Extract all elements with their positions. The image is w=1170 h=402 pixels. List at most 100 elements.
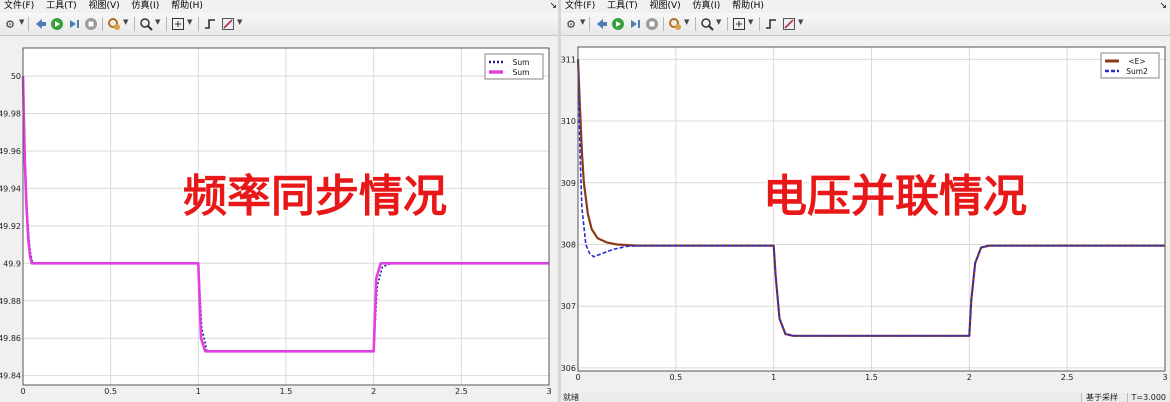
status-time: T=3.000 [1126, 393, 1170, 402]
chevron-down-icon[interactable]: ▼ [19, 18, 24, 26]
gear-icon[interactable]: ⚙ [563, 16, 579, 32]
gear-icon[interactable]: ⚙ [2, 16, 18, 32]
y-tick-label: 49.98 [0, 110, 21, 119]
highlight-icon[interactable] [667, 16, 683, 32]
style-icon[interactable] [220, 16, 236, 32]
chevron-down-icon[interactable]: ▼ [580, 18, 585, 26]
toolbar-separator [663, 17, 664, 31]
y-tick-label: 49.9 [3, 259, 21, 268]
stop-icon[interactable] [83, 16, 99, 32]
overlay-title: 电压并联情况 [763, 171, 1027, 222]
x-tick-label: 1 [196, 387, 201, 396]
style-icon[interactable] [781, 16, 797, 32]
highlight-icon[interactable] [106, 16, 122, 32]
menu-file[interactable]: 文件(F) [0, 0, 39, 13]
legend-label: Sum2 [1126, 67, 1148, 76]
zoom-icon[interactable] [699, 16, 715, 32]
x-tick-label: 3 [546, 387, 551, 396]
toolbar-separator [166, 17, 167, 31]
back-icon[interactable] [32, 16, 48, 32]
toolbar-separator [102, 17, 103, 31]
x-tick-label: 2 [967, 373, 972, 382]
toolbar-separator [28, 17, 29, 31]
toolbar: ⚙ ▼ ▼ ▼ ▼ ▼ [0, 13, 560, 36]
menu-tools[interactable]: 工具(T) [603, 0, 643, 13]
menu-file[interactable]: 文件(F) [561, 0, 600, 13]
chevron-down-icon[interactable]: ▼ [155, 18, 160, 26]
y-tick-label: 308 [561, 240, 576, 249]
left-scope-window: 文件(F) 工具(T) 视图(V) 仿真(I) 帮助(H) ↘ ⚙ ▼ ▼ ▼ … [0, 0, 560, 402]
fit-icon[interactable] [731, 16, 747, 32]
x-tick-label: 0 [575, 373, 580, 382]
x-tick-label: 1.5 [865, 373, 878, 382]
toolbar-separator [589, 17, 590, 31]
toolbar-separator [134, 17, 135, 31]
x-tick-label: 2.5 [455, 387, 468, 396]
pin-icon[interactable]: ↘ [1159, 0, 1167, 13]
y-tick-label: 49.96 [0, 147, 21, 156]
legend-label: <E> [1128, 57, 1145, 66]
menu-view[interactable]: 视图(V) [645, 0, 685, 13]
toolbar-separator [727, 17, 728, 31]
chevron-down-icon[interactable]: ▼ [237, 18, 242, 26]
x-tick-label: 1.5 [280, 387, 293, 396]
y-tick-label: 306 [561, 364, 576, 373]
x-tick-label: 3 [1162, 373, 1167, 382]
y-tick-label: 49.84 [0, 372, 21, 381]
menu-simulation[interactable]: 仿真(I) [128, 0, 165, 13]
y-tick-label: 49.86 [0, 334, 21, 343]
right-scope-window: 文件(F) 工具(T) 视图(V) 仿真(I) 帮助(H) ↘ ⚙ ▼ ▼ ▼ … [561, 0, 1170, 402]
toolbar-separator [759, 17, 760, 31]
toolbar: ⚙ ▼ ▼ ▼ ▼ ▼ [561, 13, 1170, 36]
y-tick-label: 49.88 [0, 297, 21, 306]
y-tick-label: 311 [561, 55, 576, 64]
chevron-down-icon[interactable]: ▼ [798, 18, 803, 26]
run-icon[interactable] [610, 16, 626, 32]
x-tick-label: 0.5 [104, 387, 117, 396]
y-tick-label: 310 [561, 117, 576, 126]
x-tick-label: 0.5 [669, 373, 682, 382]
legend-label: Sum [513, 68, 530, 77]
status-bar: 就绪 基于采样 T=3.000 [561, 393, 1170, 402]
overlay-title: 频率同步情况 [183, 171, 447, 222]
chevron-down-icon[interactable]: ▼ [748, 18, 753, 26]
pin-icon[interactable]: ↘ [549, 0, 557, 13]
menu-help[interactable]: 帮助(H) [167, 0, 208, 13]
trigger-icon[interactable] [763, 16, 779, 32]
menu-bar: 文件(F) 工具(T) 视图(V) 仿真(I) 帮助(H) ↘ [561, 0, 1170, 13]
x-tick-label: 0 [20, 387, 25, 396]
step-icon[interactable] [66, 16, 82, 32]
chevron-down-icon[interactable]: ▼ [716, 18, 721, 26]
menu-help[interactable]: 帮助(H) [728, 0, 769, 13]
toolbar-separator [198, 17, 199, 31]
y-tick-label: 309 [561, 179, 576, 188]
legend-label: Sum [513, 58, 530, 67]
left-plot-area: 0 0.5 1 1.5 2 2.5 3 49.84 49.86 49.88 49.9 49.92 49.… [0, 36, 560, 402]
x-tick-label: 2 [371, 387, 376, 396]
fit-icon[interactable] [170, 16, 186, 32]
chevron-down-icon[interactable]: ▼ [123, 18, 128, 26]
zoom-icon[interactable] [138, 16, 154, 32]
chevron-down-icon[interactable]: ▼ [684, 18, 689, 26]
menu-bar: 文件(F) 工具(T) 视图(V) 仿真(I) 帮助(H) ↘ [0, 0, 560, 13]
step-icon[interactable] [627, 16, 643, 32]
y-tick-label: 49.94 [0, 184, 21, 193]
frequency-chart: 0 0.5 1 1.5 2 2.5 3 49.84 49.86 49.88 49.9 49.92 49.… [0, 47, 552, 396]
y-tick-label: 307 [561, 302, 576, 311]
right-plot-area: 0 0.5 1 1.5 2 2.5 3 306 307 308 309 310 311 <E> Sum2 电压… [561, 36, 1170, 402]
menu-tools[interactable]: 工具(T) [42, 0, 82, 13]
trigger-icon[interactable] [202, 16, 218, 32]
chevron-down-icon[interactable]: ▼ [187, 18, 192, 26]
toolbar-separator [695, 17, 696, 31]
y-tick-label: 50 [11, 72, 21, 81]
voltage-chart: 0 0.5 1 1.5 2 2.5 3 306 307 308 309 310 311 <E>Sum2 电压… [561, 46, 1168, 382]
run-icon[interactable] [49, 16, 65, 32]
stop-icon[interactable] [644, 16, 660, 32]
x-tick-label: 2.5 [1061, 373, 1074, 382]
y-tick-label: 49.92 [0, 222, 21, 231]
status-sample-mode: 基于采样 [1081, 393, 1122, 402]
menu-view[interactable]: 视图(V) [84, 0, 124, 13]
back-icon[interactable] [593, 16, 609, 32]
menu-simulation[interactable]: 仿真(I) [689, 0, 726, 13]
x-tick-label: 1 [771, 373, 776, 382]
